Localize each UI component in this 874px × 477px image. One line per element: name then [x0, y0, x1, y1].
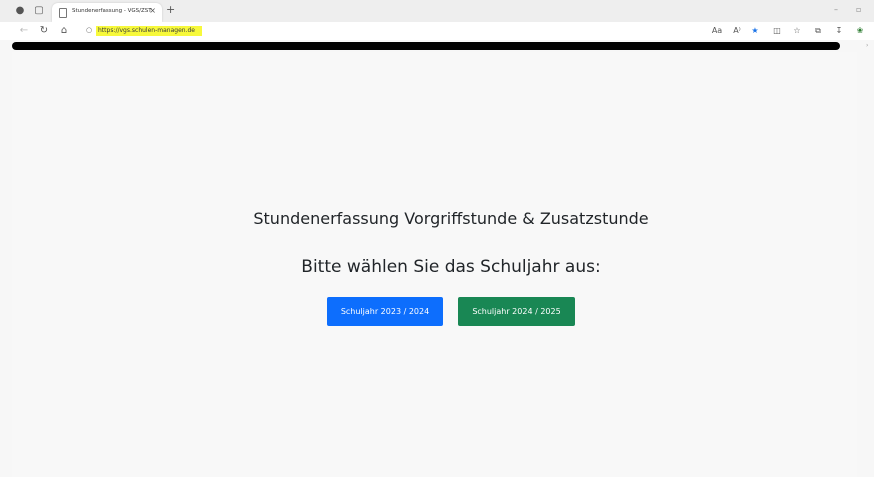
downloads-icon[interactable]: ↧: [833, 26, 845, 36]
new-tab-button[interactable]: +: [166, 4, 175, 16]
tab-stundenerfassung[interactable]: Stundenerfassung - VGS/ZST ×: [52, 3, 162, 22]
page-subtitle: Bitte wählen Sie das Schuljahr aus:: [301, 257, 601, 277]
extension-icon[interactable]: ❀: [854, 26, 866, 36]
read-aloud-icon[interactable]: A⁾: [731, 26, 743, 36]
collections-icon[interactable]: ⧉: [812, 26, 824, 36]
page-title: Stundenerfassung Vorgriffstunde & Zusatz…: [253, 209, 649, 228]
translate-icon[interactable]: Aa: [711, 26, 723, 36]
home-icon[interactable]: ⌂: [58, 25, 70, 37]
minimize-button[interactable]: –: [834, 5, 838, 14]
schuljahr-2024-2025-button[interactable]: Schuljahr 2024 / 2025: [458, 297, 575, 326]
page-favicon-icon: [59, 8, 67, 18]
page-content: Stundenerfassung Vorgriffstunde & Zusatz…: [12, 52, 857, 477]
tab-strip: ● ▢ Stundenerfassung - VGS/ZST × + – ▫: [0, 0, 874, 22]
split-screen-icon[interactable]: ◫: [771, 26, 783, 36]
maximize-button[interactable]: ▫: [856, 5, 861, 14]
profile-icon[interactable]: ●: [14, 5, 26, 17]
tab-actions-icon[interactable]: ▢: [33, 5, 45, 17]
redacted-bar: [12, 42, 840, 50]
browser-toolbar: ← ↻ ⌂ ○ https://vgs.schulen-managen.de A…: [0, 22, 874, 40]
tab-title: Stundenerfassung - VGS/ZST: [72, 8, 152, 14]
refresh-icon[interactable]: ↻: [38, 25, 50, 37]
address-bar[interactable]: https://vgs.schulen-managen.de: [96, 26, 202, 36]
back-arrow-icon[interactable]: ←: [18, 25, 30, 37]
schuljahr-2023-2024-button[interactable]: Schuljahr 2023 / 2024: [327, 297, 443, 326]
browser-window: ● ▢ Stundenerfassung - VGS/ZST × + – ▫ ←…: [0, 0, 874, 477]
favorite-star-icon[interactable]: ★: [749, 26, 761, 36]
lock-icon[interactable]: ○: [86, 26, 93, 35]
sidebar-toggle-icon[interactable]: ›: [866, 42, 868, 49]
favorites-icon[interactable]: ☆: [791, 26, 803, 36]
close-tab-icon[interactable]: ×: [149, 6, 156, 15]
